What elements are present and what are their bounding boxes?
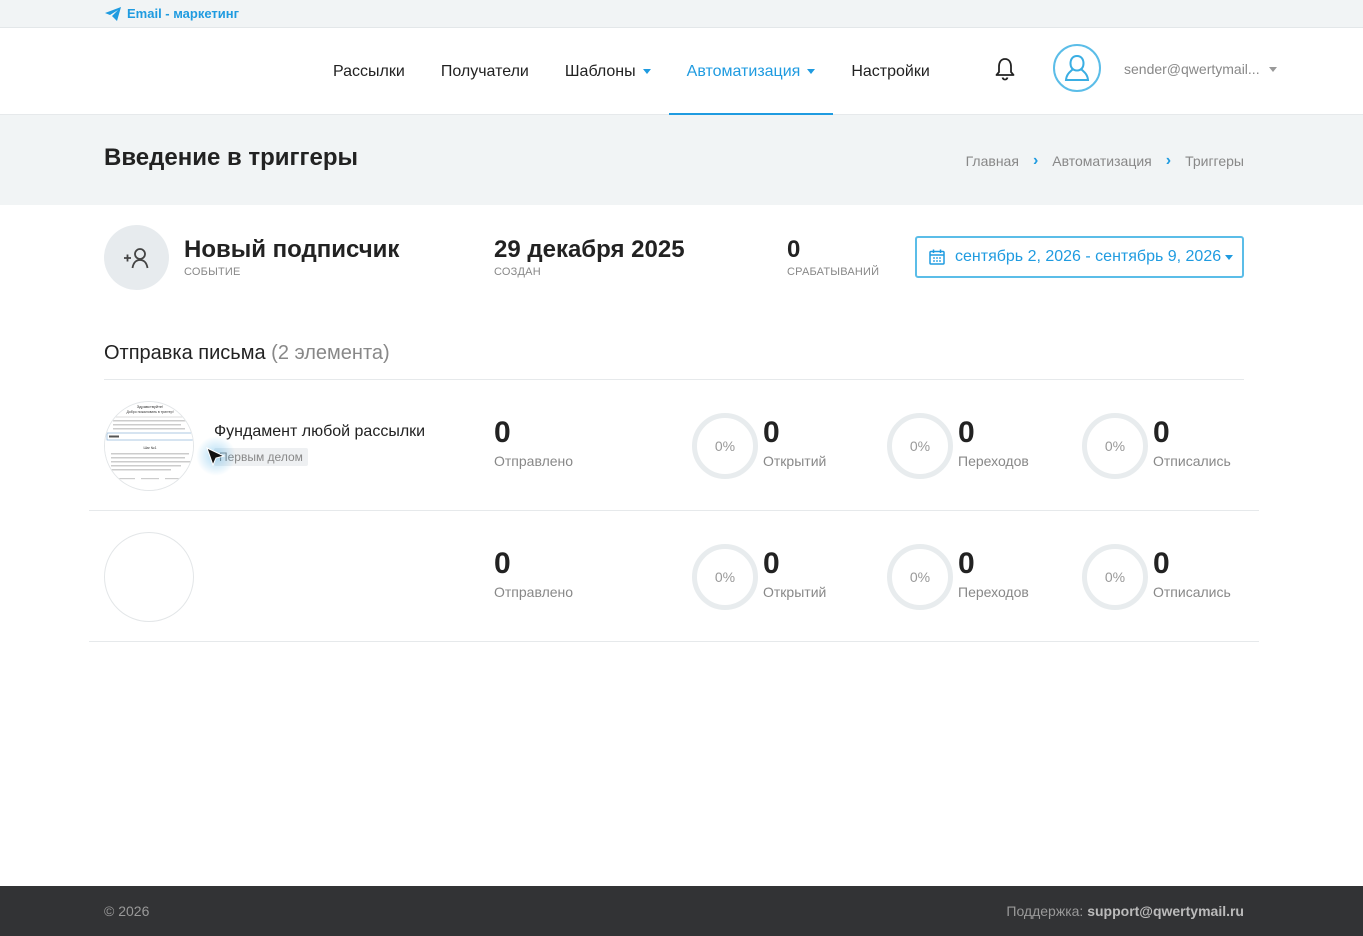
nav-item-label: Получатели (440, 62, 529, 80)
chevron-down-icon (642, 69, 651, 74)
date-range-text: сентябрь 2, 2026 - сентябрь 9, 2026 (955, 248, 1222, 265)
nav-menu: Рассылки Получатели Шаблоны Автоматизаци… (315, 28, 948, 116)
clicks-label: Переходов (958, 453, 1029, 469)
nav-item-mailings[interactable]: Рассылки (315, 28, 423, 115)
clicks-metric: 0 Переходов (958, 416, 1029, 469)
email-thumbnail[interactable] (104, 532, 194, 622)
event-name-block: Новый подписчик СОБЫТИЕ (184, 236, 399, 278)
breadcrumb-home[interactable]: Главная (966, 153, 1019, 169)
sent-label: Отправлено (494, 453, 574, 469)
chevron-down-icon (1225, 254, 1234, 260)
nav-item-label: Рассылки (333, 62, 405, 80)
nav-item-label: Шаблоны (564, 62, 636, 80)
unsubscribe-metric: 0 Отписались (1153, 416, 1231, 469)
event-name: Новый подписчик (184, 236, 400, 263)
sent-metric: 0 Отправлено (494, 416, 573, 469)
sent-label: Отправлено (494, 584, 574, 600)
chevron-down-icon (1268, 66, 1277, 72)
unsubscribe-count: 0 (1153, 547, 1170, 580)
svg-text:Здравствуйте!: Здравствуйте! (137, 404, 164, 409)
section-count: (2 элемента) (271, 342, 390, 364)
unsubscribe-rate-ring: 0% (1082, 413, 1148, 479)
click-rate-ring: 0% (887, 413, 953, 479)
user-email: sender@qwertymail... (1124, 61, 1260, 77)
created-label: СОЗДАН (494, 266, 541, 278)
section-title-text: Отправка письма (104, 342, 266, 364)
breadcrumb: Главная › Автоматизация › Триггеры (966, 152, 1244, 170)
nav-item-label: Автоматизация (686, 62, 801, 80)
triggers-label: СРАБАТЫВАНИЙ (787, 266, 880, 278)
opened-count: 0 (763, 416, 780, 449)
brand[interactable]: Email - маркетинг (105, 6, 239, 21)
opened-metric: 0 Открытий (763, 547, 826, 600)
email-row[interactable]: 0 Отправлено 0% 0 Открытий 0% 0 Переходо… (89, 511, 1259, 642)
nav-item-label: Настройки (851, 62, 930, 80)
opened-metric: 0 Открытий (763, 416, 826, 469)
unsubscribe-rate-ring: 0% (1082, 544, 1148, 610)
nav-item-settings[interactable]: Настройки (833, 28, 947, 115)
paper-plane-icon (105, 6, 121, 21)
top-bar: Email - маркетинг (0, 0, 1363, 28)
nav-item-templates[interactable]: Шаблоны (547, 28, 669, 115)
opened-count: 0 (763, 547, 780, 580)
breadcrumb-triggers: Триггеры (1185, 153, 1244, 169)
footer: © 2026 Поддержка: support@qwertymail.ru (0, 886, 1363, 936)
event-name-label: СОБЫТИЕ (184, 266, 241, 278)
email-name[interactable]: Фундамент любой рассылки (214, 423, 425, 441)
clicks-count: 0 (958, 547, 975, 580)
page-title: Введение в триггеры (104, 144, 359, 171)
mouse-cursor-icon (206, 447, 226, 467)
user-avatar[interactable] (1053, 44, 1101, 92)
calendar-icon (929, 249, 945, 265)
nav-item-automation[interactable]: Автоматизация (668, 28, 834, 116)
support-email-link[interactable]: support@qwertymail.ru (1087, 903, 1244, 919)
user-icon (1064, 54, 1090, 81)
open-rate-ring: 0% (692, 413, 758, 479)
add-user-glyph (123, 247, 148, 268)
opened-label: Открытий (763, 453, 827, 469)
created-date: 29 декабря 2025 (494, 236, 685, 263)
email-row[interactable]: Здравствуйте! Добро пожаловать в триггер… (89, 380, 1259, 511)
chevron-right-icon: › (1165, 152, 1172, 169)
triggers-block: 0 СРАБАТЫВАНИЙ (787, 236, 879, 278)
unsubscribe-metric: 0 Отписались (1153, 547, 1231, 600)
support-contact: Поддержка: support@qwertymail.ru (1006, 903, 1244, 919)
brand-label: Email - маркетинг (127, 6, 240, 21)
section-title: Отправка письма (2 элемента) (104, 342, 390, 365)
sent-metric: 0 Отправлено (494, 547, 573, 600)
svg-text:Шаг №1: Шаг №1 (143, 446, 156, 450)
main-navbar: Рассылки Получатели Шаблоны Автоматизаци… (0, 28, 1363, 116)
support-label: Поддержка: (1006, 903, 1084, 919)
sent-count: 0 (494, 547, 511, 580)
chevron-right-icon: › (1032, 152, 1039, 169)
unsubscribe-count: 0 (1153, 416, 1170, 449)
unsubscribe-label: Отписались (1153, 453, 1231, 469)
created-block: 29 декабря 2025 СОЗДАН (494, 236, 685, 278)
user-menu[interactable]: sender@qwertymail... (1124, 61, 1277, 77)
svg-text:Добро пожаловать в триггер!: Добро пожаловать в триггер! (126, 410, 173, 414)
sent-count: 0 (494, 416, 511, 449)
email-thumbnail[interactable]: Здравствуйте! Добро пожаловать в триггер… (104, 401, 194, 491)
clicks-count: 0 (958, 416, 975, 449)
clicks-metric: 0 Переходов (958, 547, 1029, 600)
clicks-label: Переходов (958, 584, 1029, 600)
unsubscribe-label: Отписались (1153, 584, 1231, 600)
open-rate-ring: 0% (692, 544, 758, 610)
breadcrumb-automation[interactable]: Автоматизация (1052, 153, 1151, 169)
date-range-picker[interactable]: сентябрь 2, 2026 - сентябрь 9, 2026 (915, 236, 1244, 278)
nav-item-recipients[interactable]: Получатели (423, 28, 547, 115)
copyright: © 2026 (104, 903, 150, 919)
chevron-down-icon (807, 69, 816, 74)
page-header: Введение в триггеры Главная › Автоматиза… (0, 115, 1363, 205)
opened-label: Открытий (763, 584, 827, 600)
trigger-event-summary: Новый подписчик СОБЫТИЕ 29 декабря 2025 … (104, 225, 1244, 291)
email-preview-image: Здравствуйте! Добро пожаловать в триггер… (105, 402, 193, 490)
add-user-icon (104, 225, 169, 290)
triggers-count: 0 (787, 236, 801, 263)
click-rate-ring: 0% (887, 544, 953, 610)
bell-icon[interactable] (994, 57, 1016, 81)
